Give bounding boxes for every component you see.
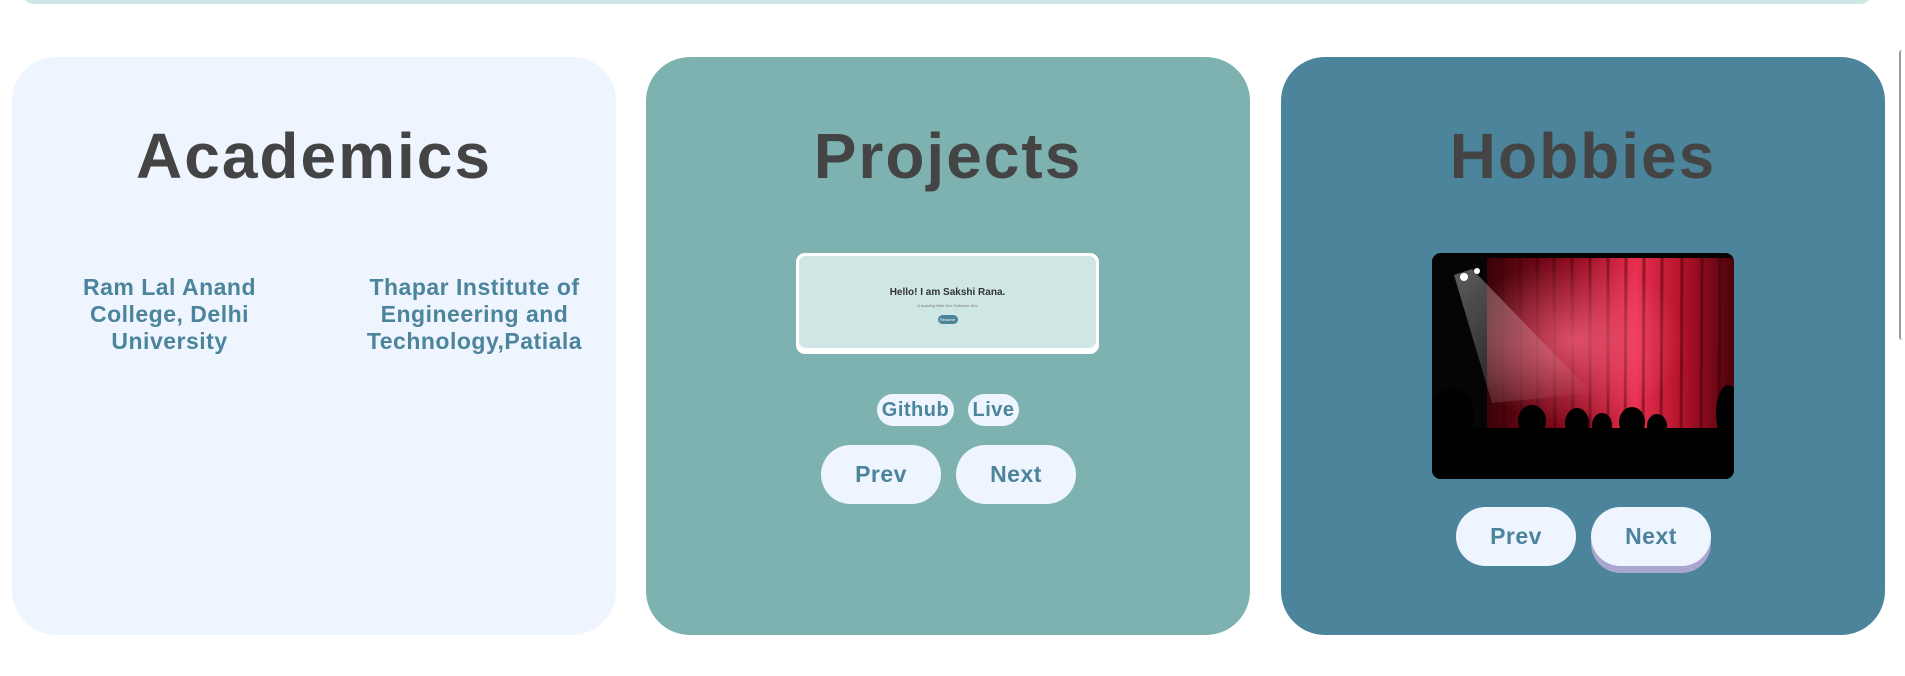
top-section-edge [22, 0, 1872, 4]
theatre-curtain-image [1432, 253, 1734, 479]
github-link[interactable]: Github [877, 394, 954, 426]
college-ram-lal-anand: Ram Lal Anand College, Delhi University [82, 274, 257, 354]
projects-next-button[interactable]: Next [956, 445, 1076, 504]
hobbies-next-button[interactable]: Next [1591, 507, 1711, 566]
hobbies-card: Hobbies Prev Next [1281, 57, 1885, 635]
projects-title: Projects [813, 120, 1083, 192]
project-preview-content: Hello! I am Sakshi Rana. A budding Web D… [799, 256, 1096, 348]
academics-card: Academics Ram Lal Anand College, Delhi U… [12, 57, 616, 635]
scrollbar-thumb[interactable] [1899, 50, 1905, 340]
live-link[interactable]: Live [968, 394, 1019, 426]
preview-resume-button: Resume [937, 315, 958, 324]
hobbies-title: Hobbies [1449, 120, 1717, 192]
projects-card: Projects Hello! I am Sakshi Rana. A budd… [646, 57, 1250, 635]
project-preview-screenshot: Hello! I am Sakshi Rana. A budding Web D… [796, 253, 1099, 354]
academics-title: Academics [136, 120, 492, 192]
theatre-stage-photo [1432, 253, 1734, 479]
projects-prev-button[interactable]: Prev [821, 445, 941, 504]
preview-heading: Hello! I am Sakshi Rana. [889, 287, 1006, 298]
college-thapar-institute: Thapar Institute of Engineering and Tech… [366, 274, 583, 354]
preview-subtitle: A budding Web Dev Fullstack Dev [917, 303, 978, 308]
hobbies-prev-button[interactable]: Prev [1456, 507, 1576, 566]
